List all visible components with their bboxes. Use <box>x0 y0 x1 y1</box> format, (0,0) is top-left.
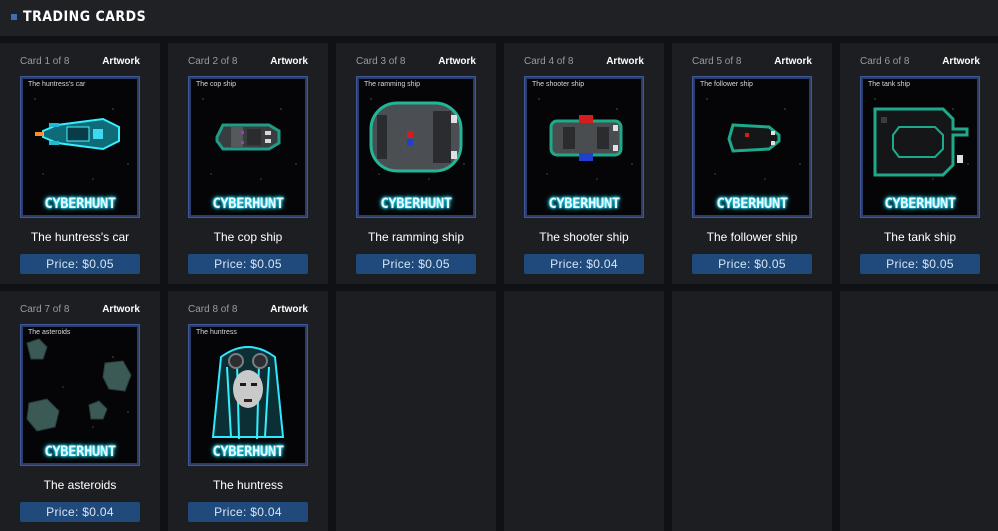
card-art-inner: The huntress's car CYBERHUNT <box>23 79 137 215</box>
card-art[interactable]: The huntress CYBERHUNT <box>188 324 308 466</box>
card-art[interactable]: The ramming ship CYBERHUNT <box>356 76 476 218</box>
cyberhunt-logo: CYBERHUNT <box>44 196 116 212</box>
price-label: Price: $0.05 <box>886 257 954 271</box>
price-label: Price: $0.05 <box>718 257 786 271</box>
price-label: Price: $0.04 <box>550 257 618 271</box>
card-art[interactable]: The follower ship CYBERHUNT <box>692 76 812 218</box>
card-number: Card 5 of 8 <box>692 56 742 67</box>
price-label: Price: $0.05 <box>382 257 450 271</box>
card-art[interactable]: The shooter ship CYBERHUNT <box>524 76 644 218</box>
artwork-tag: Artwork <box>774 56 812 67</box>
card-art[interactable]: The cop ship CYBERHUNT <box>188 76 308 218</box>
price-button[interactable]: Price: $0.05 <box>860 254 980 274</box>
empty-card-slot <box>672 291 832 531</box>
card-name: The cop ship <box>213 230 283 244</box>
price-button[interactable]: Price: $0.05 <box>356 254 476 274</box>
card-name: The shooter ship <box>539 230 629 244</box>
trading-card-2[interactable]: Card 2 of 8 Artwork The cop ship CYBERHU… <box>168 43 328 284</box>
trading-card-7[interactable]: Card 7 of 8 Artwork The asteroids CYBERH… <box>0 291 160 531</box>
card-art-inner: The tank ship CYBERHUNT <box>863 79 977 215</box>
card-name: The follower ship <box>706 230 798 244</box>
card-number: Card 8 of 8 <box>188 304 238 315</box>
card-name: The huntress <box>212 478 284 492</box>
trading-card-grid: Card 1 of 8 Artwork The huntress's car C… <box>0 0 998 531</box>
price-button[interactable]: Price: $0.05 <box>188 254 308 274</box>
cyberhunt-logo: CYBERHUNT <box>212 196 284 212</box>
card-art[interactable]: The asteroids CYBERHUNT <box>20 324 140 466</box>
cyberhunt-logo: CYBERHUNT <box>716 196 788 212</box>
cop-ship-icon <box>215 123 281 151</box>
price-button[interactable]: Price: $0.05 <box>692 254 812 274</box>
trading-card-8[interactable]: Card 8 of 8 Artwork The huntress CYBERHU… <box>168 291 328 531</box>
card-art-inner: The asteroids CYBERHUNT <box>23 327 137 463</box>
asteroids-icon <box>26 338 132 432</box>
card-name: The tank ship <box>883 230 957 244</box>
card-art-inner: The shooter ship CYBERHUNT <box>527 79 641 215</box>
card-number: Card 7 of 8 <box>20 304 70 315</box>
artwork-tag: Artwork <box>438 56 476 67</box>
empty-card-slot <box>840 291 998 531</box>
artwork-tag: Artwork <box>102 56 140 67</box>
car-icon <box>35 117 120 151</box>
card-number: Card 1 of 8 <box>20 56 70 67</box>
ramming-ship-icon <box>369 101 463 173</box>
price-label: Price: $0.04 <box>214 505 282 519</box>
card-art-inner: The huntress CYBERHUNT <box>191 327 305 463</box>
card-number: Card 2 of 8 <box>188 56 238 67</box>
price-label: Price: $0.05 <box>46 257 114 271</box>
card-art-inner: The cop ship CYBERHUNT <box>191 79 305 215</box>
card-number: Card 4 of 8 <box>524 56 574 67</box>
trading-card-1[interactable]: Card 1 of 8 Artwork The huntress's car C… <box>0 43 160 284</box>
follower-ship-icon <box>727 123 781 153</box>
card-art[interactable]: The tank ship CYBERHUNT <box>860 76 980 218</box>
trading-card-3[interactable]: Card 3 of 8 Artwork The ramming ship CYB… <box>336 43 496 284</box>
cyberhunt-logo: CYBERHUNT <box>380 196 452 212</box>
artwork-tag: Artwork <box>270 304 308 315</box>
cyberhunt-logo: CYBERHUNT <box>548 196 620 212</box>
price-label: Price: $0.04 <box>46 505 114 519</box>
card-name: The huntress's car <box>30 230 130 244</box>
price-button[interactable]: Price: $0.05 <box>20 254 140 274</box>
trading-card-4[interactable]: Card 4 of 8 Artwork The shooter ship CYB… <box>504 43 664 284</box>
price-button[interactable]: Price: $0.04 <box>20 502 140 522</box>
card-number: Card 3 of 8 <box>356 56 406 67</box>
tank-ship-icon <box>873 107 969 177</box>
card-name: The asteroids <box>43 478 117 492</box>
huntress-portrait-icon <box>211 346 285 440</box>
empty-card-slot <box>504 291 664 531</box>
price-button[interactable]: Price: $0.04 <box>188 502 308 522</box>
card-art[interactable]: The huntress's car CYBERHUNT <box>20 76 140 218</box>
card-number: Card 6 of 8 <box>860 56 910 67</box>
cyberhunt-logo: CYBERHUNT <box>44 444 116 460</box>
cyberhunt-logo: CYBERHUNT <box>212 444 284 460</box>
artwork-tag: Artwork <box>270 56 308 67</box>
card-art-inner: The follower ship CYBERHUNT <box>695 79 809 215</box>
price-label: Price: $0.05 <box>214 257 282 271</box>
artwork-tag: Artwork <box>606 56 644 67</box>
price-button[interactable]: Price: $0.04 <box>524 254 644 274</box>
card-art-inner: The ramming ship CYBERHUNT <box>359 79 473 215</box>
cyberhunt-logo: CYBERHUNT <box>884 196 956 212</box>
artwork-tag: Artwork <box>102 304 140 315</box>
card-name: The ramming ship <box>367 230 465 244</box>
trading-card-5[interactable]: Card 5 of 8 Artwork The follower ship CY… <box>672 43 832 284</box>
empty-card-slot <box>336 291 496 531</box>
artwork-tag: Artwork <box>942 56 980 67</box>
shooter-ship-icon <box>549 115 623 161</box>
trading-card-6[interactable]: Card 6 of 8 Artwork The tank ship CYBERH… <box>840 43 998 284</box>
